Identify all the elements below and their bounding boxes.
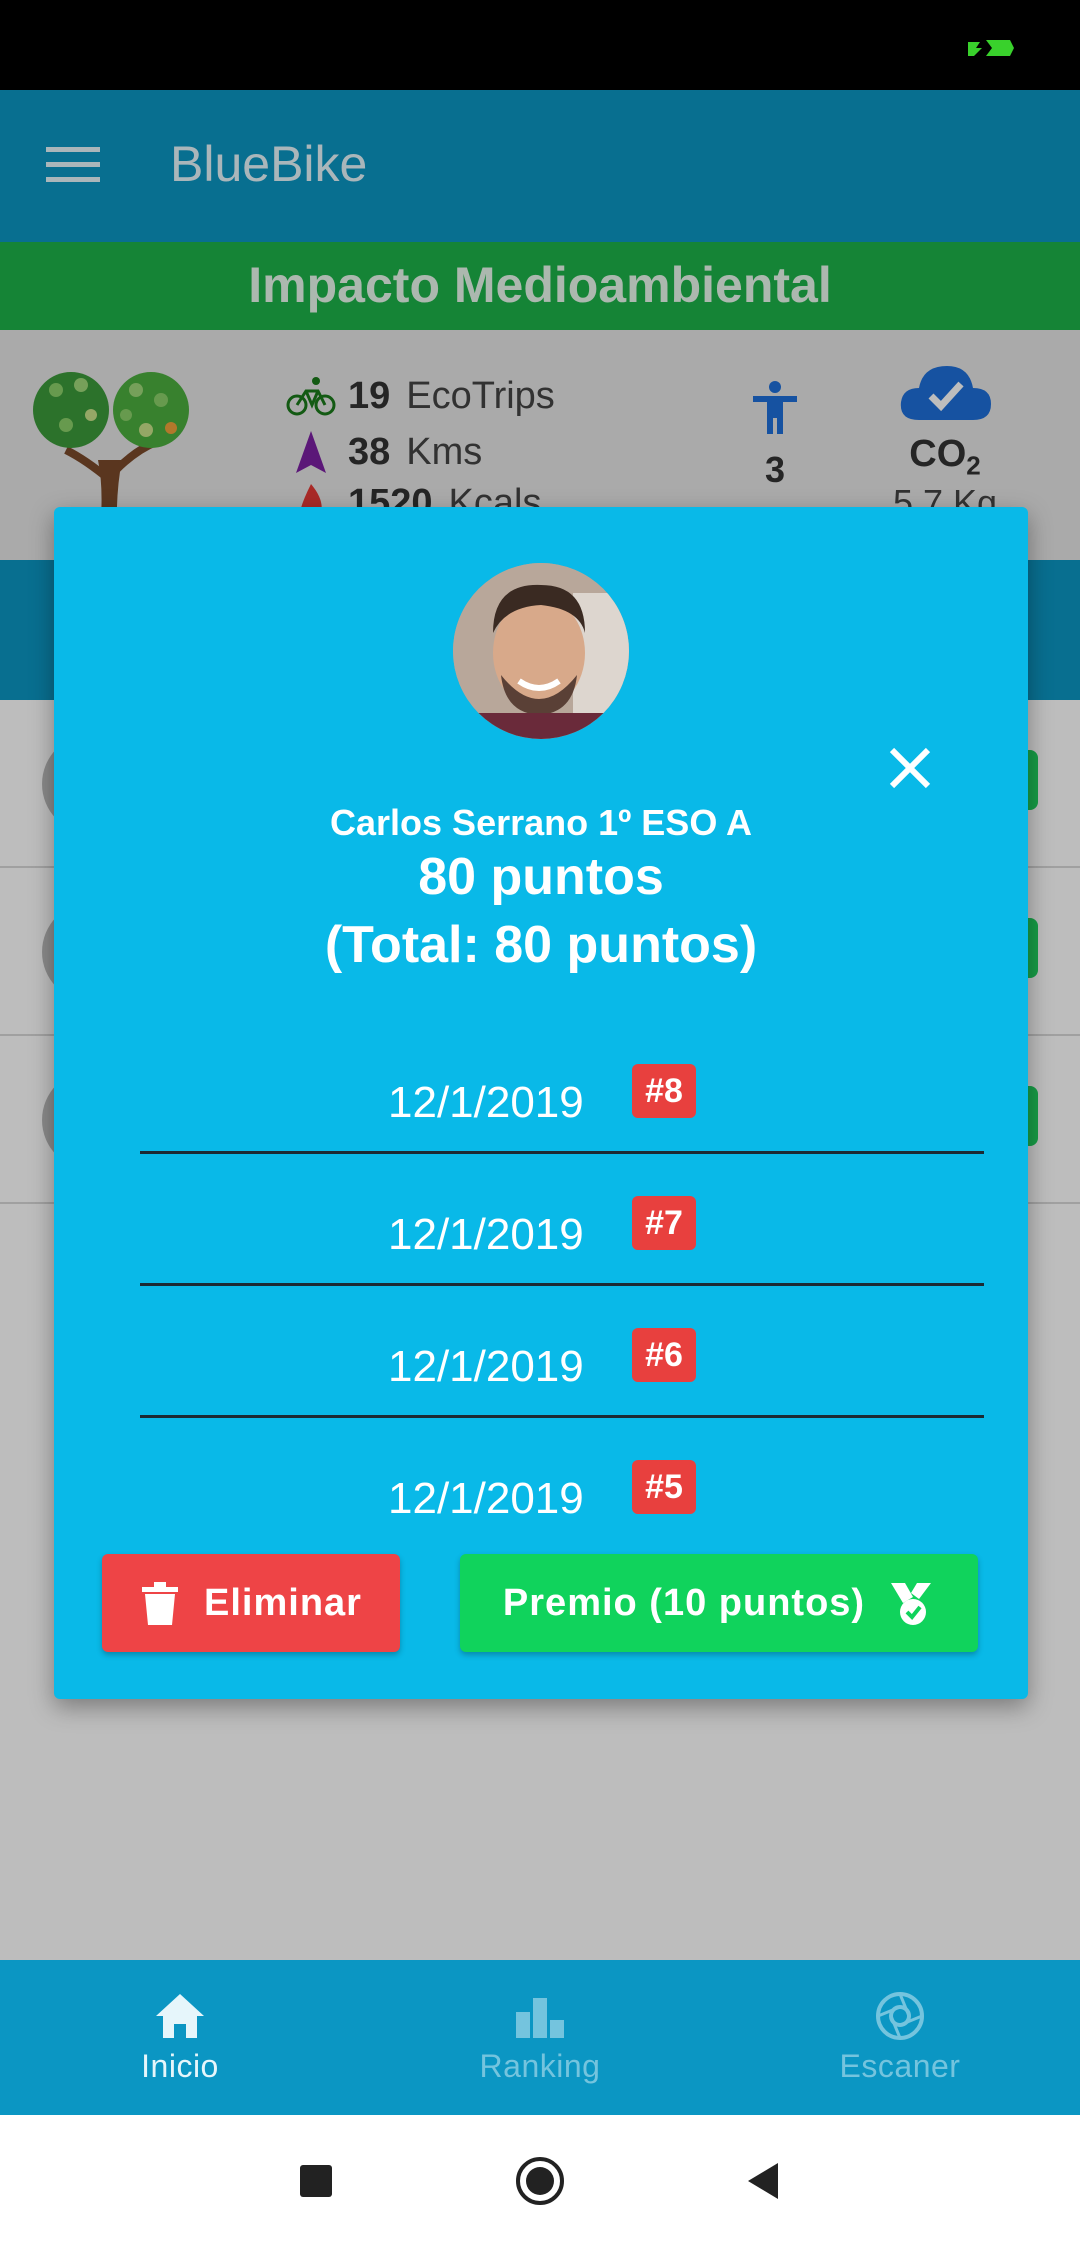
prize-button[interactable]: Premio (10 puntos) [460, 1554, 978, 1652]
trip-date: 12/1/2019 [388, 1210, 584, 1259]
medal-icon [891, 1583, 932, 1625]
battery-charging-icon [968, 40, 1014, 56]
nav-item-inicio[interactable]: Inicio [0, 1960, 360, 2115]
bottom-navigation: Inicio Ranking Escaner [0, 1960, 1080, 2115]
status-bar [0, 0, 1080, 90]
trip-number-badge: #7 [632, 1196, 696, 1250]
points-value: 80 puntos [418, 848, 664, 906]
trip-number-badge: #5 [632, 1460, 696, 1514]
total-points: (Total: 80 puntos) [324, 916, 758, 974]
camera-shutter-icon [876, 1992, 924, 2040]
trip-number-badge: #8 [632, 1064, 696, 1118]
trip-date: 12/1/2019 [388, 1078, 584, 1127]
prize-label: Premio (10 puntos) [502, 1581, 866, 1624]
system-navigation-bar [0, 2115, 1080, 2246]
trip-number-badge: #6 [632, 1328, 696, 1382]
student-detail-dialog: Carlos Serrano 1º ESO A 80 puntos (Total… [54, 507, 1028, 1699]
trip-row[interactable]: 12/1/2019 #6 [140, 1286, 984, 1418]
delete-button[interactable]: Eliminar [102, 1554, 400, 1652]
trip-row[interactable]: 12/1/2019 #7 [140, 1154, 984, 1286]
trash-icon [142, 1582, 179, 1625]
nav-label-escaner: Escaner [839, 2048, 961, 2084]
back-icon[interactable] [738, 2155, 790, 2207]
trip-date: 12/1/2019 [388, 1474, 584, 1523]
trip-date: 12/1/2019 [388, 1342, 584, 1391]
trip-row[interactable]: 12/1/2019 #5 [140, 1418, 984, 1550]
nav-item-escaner[interactable]: Escaner [720, 1960, 1080, 2115]
recent-apps-icon[interactable] [290, 2155, 342, 2207]
nav-item-ranking[interactable]: Ranking [360, 1960, 720, 2115]
delete-label: Eliminar [204, 1581, 362, 1624]
student-name: Carlos Serrano 1º ESO A [330, 802, 752, 843]
nav-label-inicio: Inicio [141, 2048, 219, 2084]
trip-row[interactable]: 12/1/2019 #8 [140, 1022, 984, 1154]
nav-label-ranking: Ranking [479, 2048, 601, 2084]
ranking-icon [516, 1998, 564, 2038]
close-icon[interactable] [884, 742, 936, 794]
home-button-icon[interactable] [514, 2155, 566, 2207]
profile-photo [453, 563, 629, 739]
home-icon [156, 1994, 204, 2038]
